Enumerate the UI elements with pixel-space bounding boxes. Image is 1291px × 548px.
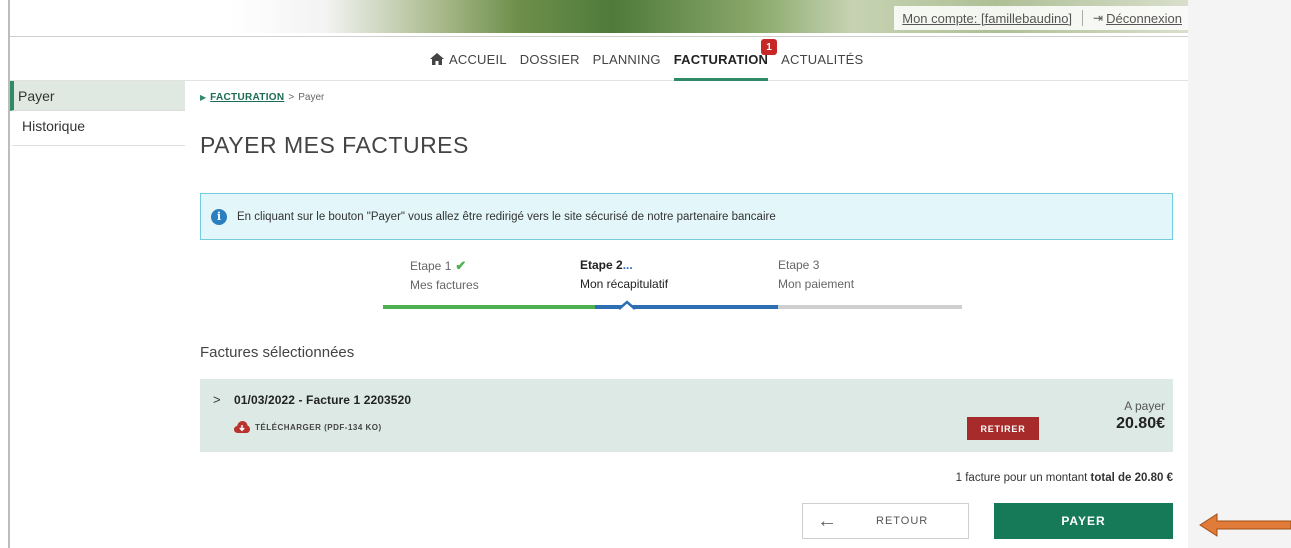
step-2-title: Etape 2: [580, 258, 623, 272]
total-summary: 1 facture pour un montant total de 20.80…: [956, 472, 1173, 484]
nav-label: ACTUALITÉS: [781, 51, 864, 67]
step-3: Etape 3 Mon paiement: [778, 256, 854, 294]
info-icon: i: [211, 208, 227, 225]
page-title: PAYER MES FACTURES: [200, 132, 469, 158]
caret-right-icon: ▶: [200, 93, 207, 102]
total-prefix: 1 facture pour un montant: [955, 472, 1091, 484]
breadcrumb-current: Payer: [298, 92, 325, 103]
nav-item-facturation[interactable]: FACTURATION 1: [673, 37, 778, 81]
sidebar: Payer Historique: [10, 81, 185, 146]
nav-label: ACCUEIL: [449, 51, 507, 67]
back-button-label: RETOUR: [876, 515, 929, 527]
back-button[interactable]: ← RETOUR: [802, 503, 969, 539]
account-bar: Mon compte: [famillebaudino] ⇥ Déconnexi…: [894, 6, 1188, 30]
amount-value: 20.80€: [1116, 415, 1165, 432]
home-icon: [430, 53, 444, 65]
breadcrumb: ▶ FACTURATION > Payer: [200, 92, 324, 103]
total-amount: total de 20.80 €: [1090, 472, 1173, 484]
step-1: Etape 1 ✔ Mes factures: [410, 256, 479, 295]
progress-step-3: [778, 305, 962, 309]
info-alert: i En cliquant sur le bouton "Payer" vous…: [200, 193, 1173, 240]
page: Mon compte: [famillebaudino] ⇥ Déconnexi…: [0, 0, 1291, 548]
remove-button[interactable]: RETIRER: [967, 417, 1039, 440]
header-banner: Mon compte: [famillebaudino] ⇥ Déconnexi…: [230, 0, 1188, 33]
download-label: TÉLÉCHARGER (PDF-134 KO): [255, 422, 382, 432]
logout-link[interactable]: Déconnexion: [1106, 11, 1182, 26]
amount-label: A payer: [1124, 399, 1165, 413]
nav-item-actualites[interactable]: ACTUALITÉS: [781, 37, 863, 81]
arrow-left-pointer-icon: [1199, 513, 1291, 537]
account-separator: [1082, 10, 1084, 26]
progress-step-1: [383, 305, 595, 309]
step-title: Etape 1 ✔: [410, 256, 479, 276]
invoice-title[interactable]: 01/03/2022 - Facture 1 2203520: [234, 393, 411, 407]
nav-label: PLANNING: [592, 51, 661, 67]
breadcrumb-separator: >: [288, 92, 295, 103]
step-1-subtitle: Mes factures: [410, 278, 479, 292]
step-2: Etape 2... Mon récapitulatif: [580, 256, 668, 294]
check-icon: ✔: [455, 258, 467, 273]
step-2-ellipsis: ...: [622, 258, 633, 272]
step-2-subtitle: Mon récapitulatif: [580, 277, 669, 291]
account-link[interactable]: Mon compte: [famillebaudino]: [902, 11, 1072, 26]
nav-label: FACTURATION: [673, 51, 769, 67]
step-pointer-icon: [618, 300, 636, 310]
step-3-subtitle: Mon paiement: [778, 277, 855, 291]
pay-button[interactable]: PAYER: [994, 503, 1173, 539]
step-3-title: Etape 3: [778, 258, 820, 272]
breadcrumb-link-facturation[interactable]: FACTURATION: [210, 92, 284, 103]
nav-item-accueil[interactable]: ACCUEIL: [430, 37, 507, 81]
right-margin: [1188, 0, 1291, 548]
step-title: Etape 2...: [580, 256, 668, 275]
cloud-download-icon: [234, 421, 250, 433]
sidebar-item-historique[interactable]: Historique: [10, 111, 185, 146]
nav-item-planning[interactable]: PLANNING: [593, 37, 661, 81]
invoice-row: > 01/03/2022 - Facture 1 2203520 TÉLÉCHA…: [200, 379, 1173, 452]
main-navigation: ACCUEIL DOSSIER PLANNING FACTURATION 1 A…: [10, 36, 1188, 81]
section-title: Factures sélectionnées: [200, 344, 355, 361]
nav-item-dossier[interactable]: DOSSIER: [520, 37, 580, 81]
download-link[interactable]: TÉLÉCHARGER (PDF-134 KO): [234, 421, 382, 433]
nav-list: ACCUEIL DOSSIER PLANNING FACTURATION 1 A…: [430, 37, 876, 81]
step-1-title: Etape 1: [410, 259, 452, 273]
sidebar-item-payer[interactable]: Payer: [10, 81, 185, 111]
chevron-right-icon[interactable]: >: [213, 392, 221, 407]
info-message: En cliquant sur le bouton "Payer" vous a…: [237, 210, 776, 223]
nav-label: DOSSIER: [519, 51, 580, 67]
notification-badge: 1: [761, 39, 778, 55]
arrow-left-icon: ←: [817, 509, 838, 532]
logout-icon: ⇥: [1093, 11, 1104, 25]
